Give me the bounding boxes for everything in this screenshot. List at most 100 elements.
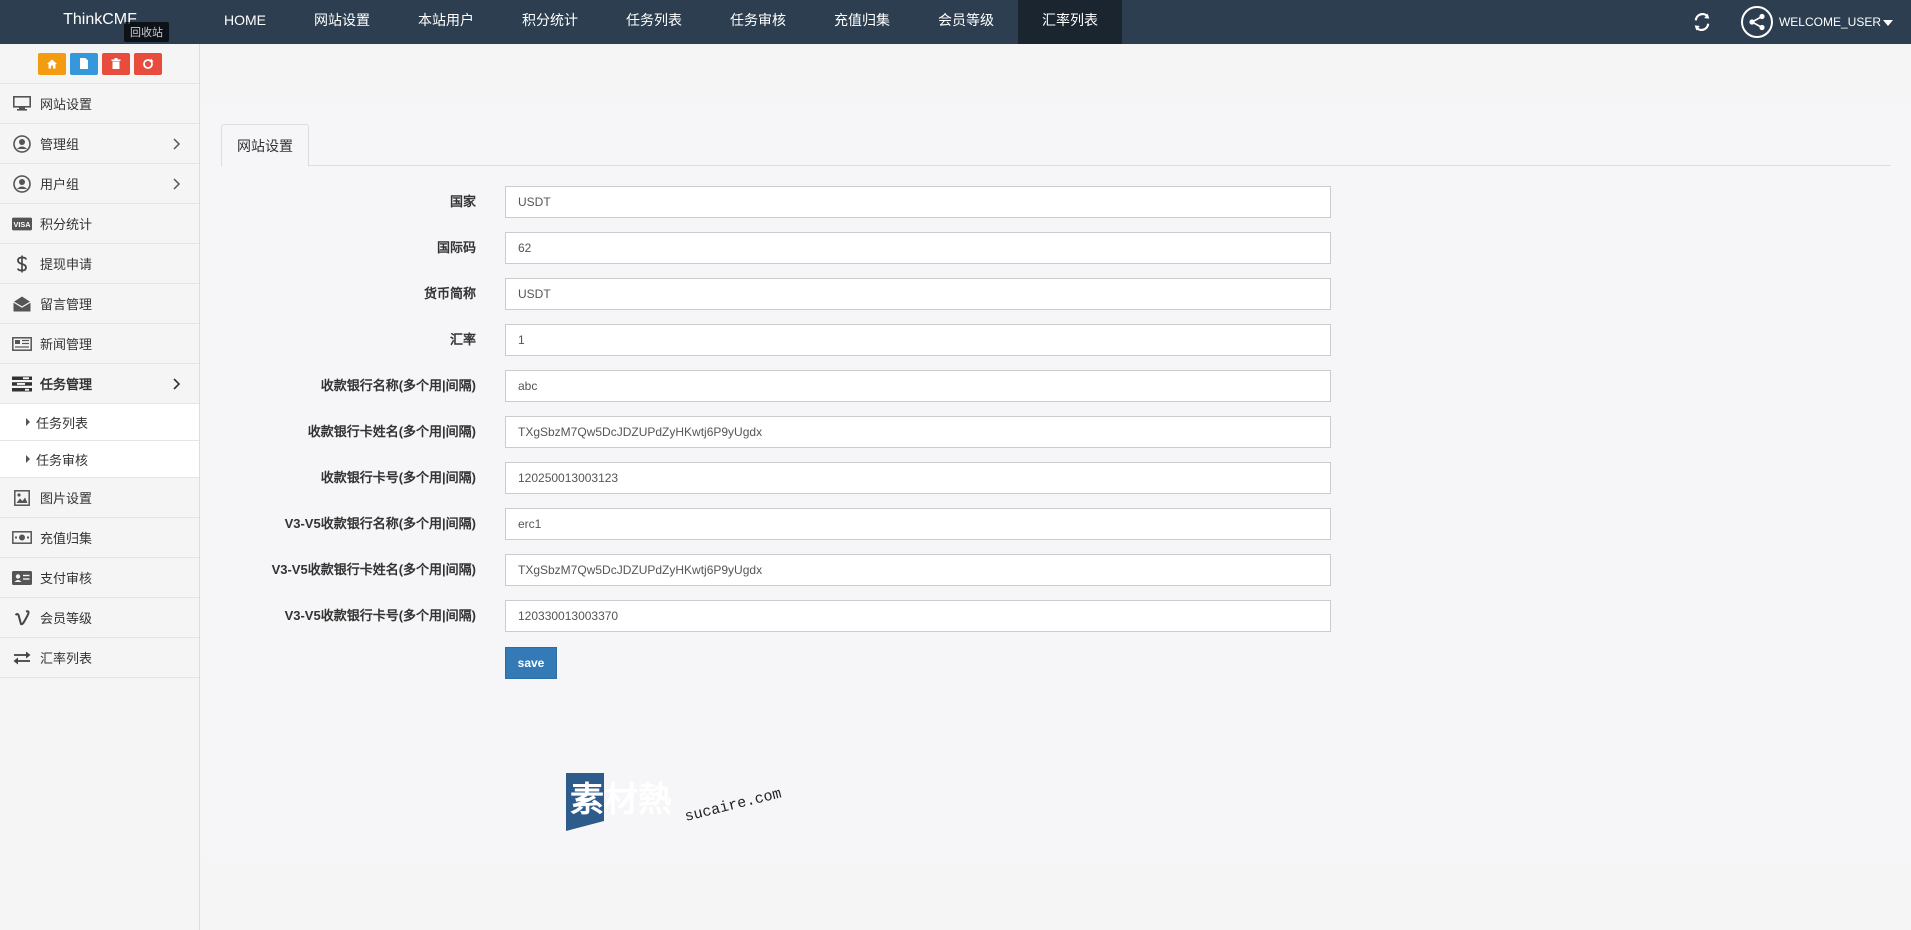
nav-recharge[interactable]: 充值归集 [810,0,914,44]
file-icon [79,58,88,69]
form-row-card-number: 收款银行卡号(多个用|间隔) [201,462,1911,494]
recycle-bin-shortcut-button[interactable] [133,52,162,75]
exchange-icon [12,649,32,667]
svg-text:VISA: VISA [14,220,32,229]
nav-member-level[interactable]: 会员等级 [914,0,1018,44]
sidebar-item-label: 支付审核 [40,571,93,586]
user-icon [12,174,32,193]
watermark-logo: 素材熱 sucaire.com [566,773,783,831]
sidebar-item-label: 新闻管理 [40,337,93,352]
nav-menu: HOME 网站设置 本站用户 积分统计 任务列表 任务审核 充值归集 会员等级 … [200,0,1122,44]
sidebar-item-recharge[interactable]: 充值归集 [0,518,199,558]
welcome-text: WELCOME_USER [1778,15,1881,29]
sidebar-item-points-stats[interactable]: VISA 积分统计 [0,204,199,244]
trash-shortcut-button[interactable] [101,52,130,75]
form-row-currency-abbr: 货币简称 [201,278,1911,310]
sidebar-item-task-management[interactable]: 任务管理 [0,364,199,404]
form-row-exchange-rate: 汇率 [201,324,1911,356]
newspaper-icon [12,335,32,353]
image-icon [12,489,32,507]
v3v5-bank-name-label: V3-V5收款银行名称(多个用|间隔) [284,516,476,531]
nav-points-stats[interactable]: 积分统计 [498,0,602,44]
nav-site-settings[interactable]: 网站设置 [290,0,394,44]
home-shortcut-button[interactable] [37,52,66,75]
form-row-v3v5-bank-name: V3-V5收款银行名称(多个用|间隔) [201,508,1911,540]
sidebar-subitem-label: 任务列表 [36,415,89,431]
sidebar-item-label: 留言管理 [40,297,93,312]
share-nodes-icon [1749,13,1765,31]
form-row-v3v5-card-number: V3-V5收款银行卡号(多个用|间隔) [201,600,1911,632]
caret-right-icon [26,455,30,463]
nav-site-users[interactable]: 本站用户 [394,0,498,44]
envelope-icon [12,295,32,313]
sidebar-item-site-settings[interactable]: 网站设置 [0,84,199,124]
main-content: 网站设置 国家 国际码 货币简称 汇率 收款银行名称(多个用|间隔) 收款银行卡… [201,104,1911,862]
nav-task-list[interactable]: 任务列表 [602,0,706,44]
caret-right-icon [26,418,30,426]
shortcut-bar: 回收站 [0,22,199,84]
sidebar: 回收站 网站设置 管理组 用户组 VISA 积分统计 提现申请 留言管理 新闻管… [0,22,200,930]
form-row-card-holder: 收款银行卡姓名(多个用|间隔) [201,416,1911,448]
sidebar-item-label: 提现申请 [40,257,93,272]
form-row-intl-code: 国际码 [201,232,1911,264]
trash-icon [111,58,120,69]
user-menu-toggle[interactable]: WELCOME_USER [1779,15,1893,29]
card-holder-label: 收款银行卡姓名(多个用|间隔) [307,424,476,439]
v3v5-bank-name-input[interactable] [505,508,1331,540]
sidebar-item-news[interactable]: 新闻管理 [0,324,199,364]
caret-down-icon [1883,19,1893,26]
save-button[interactable]: save [505,647,557,679]
card-number-input[interactable] [505,462,1331,494]
country-label: 国家 [449,194,476,209]
sidebar-item-label: 汇率列表 [40,651,93,666]
sidebar-subitem-task-review[interactable]: 任务审核 [0,441,199,478]
chevron-right-icon [173,178,181,190]
sidebar-item-user-group[interactable]: 用户组 [0,164,199,204]
v3v5-card-holder-input[interactable] [505,554,1331,586]
intl-code-input[interactable] [505,232,1331,264]
watermark-logo-text: 素材熱 [570,780,672,820]
sidebar-item-label: 管理组 [40,137,80,152]
tab-site-settings[interactable]: 网站设置 [221,124,309,167]
sidebar-item-withdrawal[interactable]: 提现申请 [0,244,199,284]
v3v5-card-holder-label: V3-V5收款银行卡姓名(多个用|间隔) [271,562,476,577]
card-holder-input[interactable] [505,416,1331,448]
brand-logo[interactable]: ThinkCMF [0,0,200,44]
form-row-country: 国家 [201,186,1911,218]
top-navbar: ThinkCMF HOME 网站设置 本站用户 积分统计 任务列表 任务审核 充… [0,0,1911,44]
nav-exchange-rate-list[interactable]: 汇率列表 [1018,0,1122,44]
bank-name-input[interactable] [505,370,1331,402]
exchange-rate-input[interactable] [505,324,1331,356]
nav-right: WELCOME_USER [1693,0,1893,44]
sidebar-item-admin-group[interactable]: 管理组 [0,124,199,164]
sidebar-item-label: 图片设置 [40,491,93,506]
dollar-icon [12,255,32,273]
recycle-bin-tooltip: 回收站 [124,22,169,42]
nav-task-review[interactable]: 任务审核 [706,0,810,44]
sidebar-item-member-level[interactable]: 会员等级 [0,598,199,638]
refresh-icon[interactable] [1693,13,1711,31]
currency-abbr-label: 货币简称 [423,286,476,301]
sidebar-item-messages[interactable]: 留言管理 [0,284,199,324]
v3v5-card-number-input[interactable] [505,600,1331,632]
tasks-icon [12,375,32,393]
document-shortcut-button[interactable] [69,52,98,75]
sidebar-item-payment-review[interactable]: 支付审核 [0,558,199,598]
form-row-v3v5-card-holder: V3-V5收款银行卡姓名(多个用|间隔) [201,554,1911,586]
intl-code-label: 国际码 [436,240,476,255]
currency-abbr-input[interactable] [505,278,1331,310]
sidebar-item-label: 网站设置 [40,97,93,112]
v3v5-card-number-label: V3-V5收款银行卡号(多个用|间隔) [284,608,476,623]
chevron-right-icon [173,138,181,150]
sidebar-item-exchange-rate[interactable]: 汇率列表 [0,638,199,678]
exchange-rate-label: 汇率 [449,332,476,347]
home-icon [46,59,57,68]
monitor-icon [12,95,32,113]
sidebar-subitem-label: 任务审核 [36,452,89,468]
user-avatar[interactable] [1740,6,1773,38]
sidebar-item-image-settings[interactable]: 图片设置 [0,478,199,518]
nav-home[interactable]: HOME [200,0,290,44]
sidebar-subitem-task-list[interactable]: 任务列表 [0,404,199,441]
bank-name-label: 收款银行名称(多个用|间隔) [320,378,476,393]
country-input[interactable] [505,186,1331,218]
